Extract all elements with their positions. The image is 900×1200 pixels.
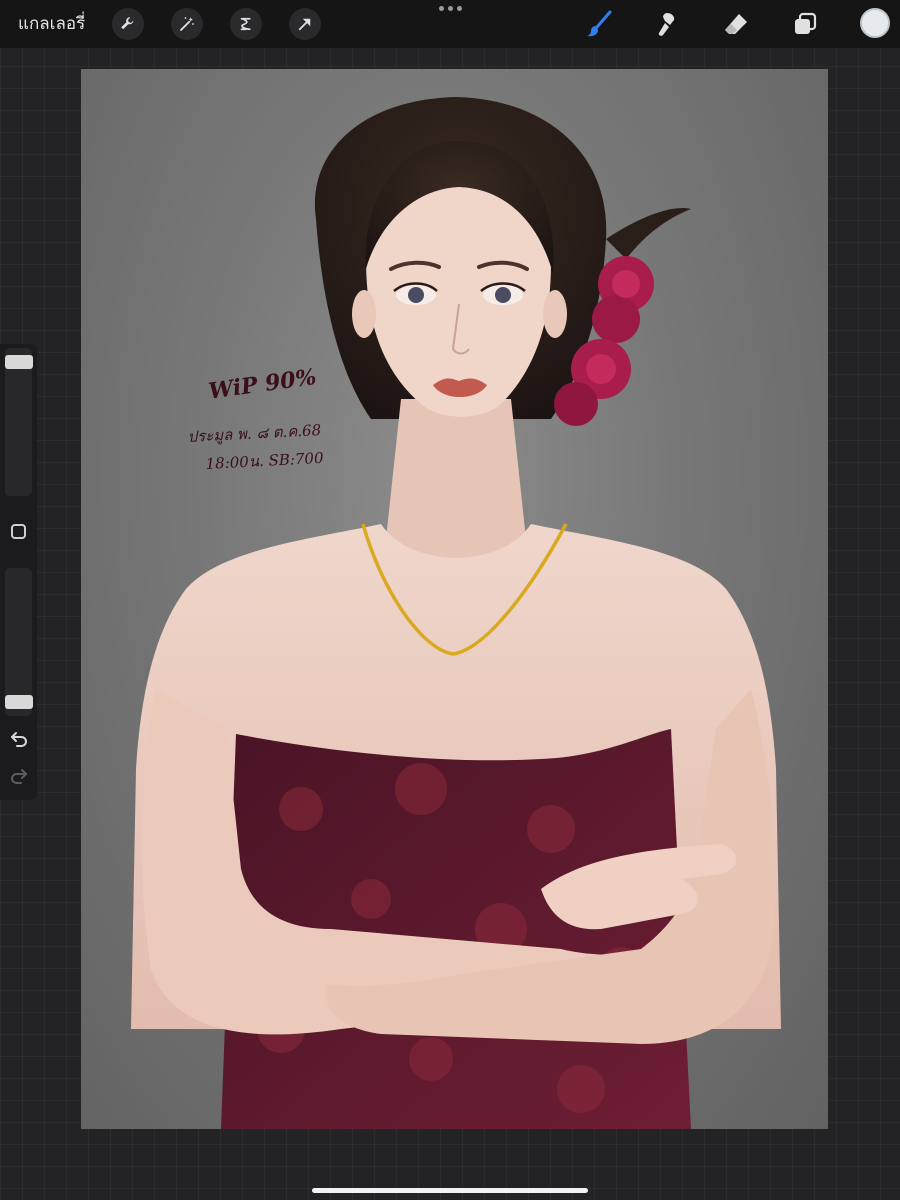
- opacity-slider-thumb[interactable]: [5, 695, 33, 710]
- actions-button[interactable]: [112, 8, 144, 40]
- redo-icon[interactable]: [9, 766, 29, 786]
- eraser-tool-button[interactable]: [720, 8, 752, 40]
- top-toolbar: แกลเลอรี่: [0, 0, 900, 48]
- brush-icon: [587, 10, 612, 37]
- wrench-icon: [121, 17, 134, 30]
- home-indicator[interactable]: [312, 1188, 588, 1193]
- arrow-icon: [298, 18, 311, 31]
- modify-button[interactable]: [11, 524, 26, 539]
- smudge-tool-button[interactable]: [651, 8, 683, 40]
- layers-icon: [795, 12, 817, 34]
- smudge-icon: [658, 13, 675, 36]
- hair-strands: [606, 208, 691, 259]
- brush-size-slider-thumb[interactable]: [5, 354, 33, 369]
- more-menu-dots[interactable]: [439, 6, 462, 11]
- gallery-button[interactable]: แกลเลอรี่: [18, 10, 85, 37]
- opacity-slider[interactable]: [5, 568, 32, 716]
- left-sidebar: [0, 344, 37, 800]
- drawing-canvas[interactable]: WiP 90% ประมูล พ. ๘ ต.ค.68 18:00น. SB:70…: [81, 69, 828, 1129]
- paint-tool-button[interactable]: [583, 8, 615, 40]
- selection-icon: [240, 17, 251, 31]
- portrait-artwork: [131, 97, 781, 1129]
- neck: [386, 399, 526, 562]
- selection-button[interactable]: [230, 8, 262, 40]
- eraser-icon: [725, 14, 747, 34]
- color-picker-swatch[interactable]: [860, 8, 890, 38]
- transform-button[interactable]: [289, 8, 321, 40]
- brush-size-slider[interactable]: [5, 348, 32, 496]
- layers-button[interactable]: [789, 8, 821, 40]
- adjustments-button[interactable]: [171, 8, 203, 40]
- undo-icon[interactable]: [9, 729, 29, 749]
- magic-wand-icon: [180, 17, 194, 31]
